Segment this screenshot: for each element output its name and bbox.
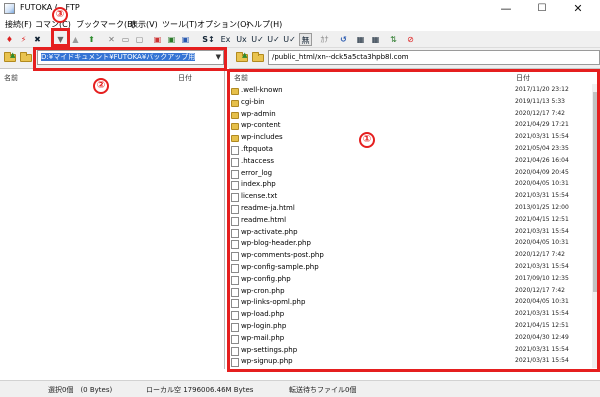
minimize-button[interactable]: —	[486, 0, 526, 17]
no-convert-button[interactable]: 無	[299, 33, 312, 46]
quick-connect-icon[interactable]: ⚡	[18, 33, 29, 46]
mkdir-icon[interactable]: ▢	[134, 33, 145, 46]
status-local-space: ローカル空 1796006.46M Bytes	[146, 386, 254, 394]
upload-arrow-icon[interactable]: ▲	[70, 33, 81, 46]
status-queue: 転送待ちファイル0個	[289, 386, 357, 394]
menu-connect[interactable]: 接続(F)	[5, 19, 32, 30]
mode-ul-button[interactable]: U✓	[251, 33, 264, 46]
maximize-button[interactable]: ☐	[522, 0, 562, 17]
connect-icon[interactable]: ♦	[4, 33, 15, 46]
status-bar: 選択0個 (0 Bytes) ローカル空 1796006.46M Bytes 転…	[0, 380, 600, 397]
delete-icon[interactable]: ✕	[106, 33, 117, 46]
mode-s-button[interactable]: S↕	[202, 33, 215, 46]
mode-ex-button[interactable]: Ex	[219, 33, 232, 46]
label-3: ③	[52, 7, 68, 23]
mode-us-button[interactable]: U✓	[267, 33, 280, 46]
menu-options[interactable]: オプション(O)	[197, 19, 250, 30]
bookmark-red-icon[interactable]: ▣	[152, 33, 163, 46]
local-folder-icon[interactable]: ▲	[4, 52, 16, 62]
refresh-icon[interactable]: ↺	[338, 33, 349, 46]
highlight-remote-pane	[227, 69, 600, 372]
list-view-icon[interactable]: ▦	[355, 33, 366, 46]
stop-icon[interactable]: ⊘	[405, 33, 416, 46]
title-bar: FUTOKA (...FTP — ☐ ✕	[0, 0, 600, 17]
upload-icon[interactable]: ⬆	[86, 33, 97, 46]
menu-bar: 接続(F) コマン(C) ブックマーク(B) 表示(V) ツール(T) オプショ…	[0, 17, 600, 31]
bookmark-blue-icon[interactable]: ▣	[180, 33, 191, 46]
local-col-date[interactable]: 日付	[178, 73, 192, 83]
menu-tools[interactable]: ツール(T)	[162, 19, 197, 30]
remote-path-input[interactable]: /public_html/xn--dck5a5cta3hpb8l.com	[268, 50, 600, 65]
label-2: ②	[93, 78, 109, 94]
menu-help[interactable]: ヘルプ(H)	[246, 19, 282, 30]
rename-icon[interactable]: ▭	[120, 33, 131, 46]
local-file-pane[interactable]: 名前 日付	[0, 68, 225, 369]
remote-path-text: /public_html/xn--dck5a5cta3hpb8l.com	[272, 53, 409, 61]
close-button[interactable]: ✕	[558, 0, 598, 17]
mode-ux-button[interactable]: Ux	[235, 33, 248, 46]
toolbar: ♦ ⚡ ✖ ▼ ▲ ⬆ ✕ ▭ ▢ ▣ ▣ ▣ S↕ Ex Ux U✓ U✓ U…	[0, 31, 600, 48]
highlight-local-path	[33, 47, 227, 71]
disconnect-icon[interactable]: ✖	[32, 33, 43, 46]
detail-view-icon[interactable]: ▦	[370, 33, 381, 46]
remote-open-folder-icon[interactable]	[252, 52, 264, 62]
bookmark-green-icon[interactable]: ▣	[166, 33, 177, 46]
menu-bookmark[interactable]: ブックマーク(B)	[76, 19, 136, 30]
app-icon	[4, 3, 15, 14]
remote-folder-icon[interactable]: ▲	[236, 52, 248, 62]
local-col-name[interactable]: 名前	[4, 73, 18, 83]
sync-icon[interactable]: ⇅	[388, 33, 399, 46]
window-title: FUTOKA (...FTP	[20, 3, 80, 12]
mode-ut-button[interactable]: U✓	[283, 33, 296, 46]
menu-view[interactable]: 表示(V)	[130, 19, 158, 30]
local-open-folder-icon[interactable]	[20, 52, 32, 62]
status-selection: 選択0個 (0 Bytes)	[48, 386, 113, 394]
label-1: ①	[359, 132, 375, 148]
highlight-download-button	[51, 28, 70, 47]
kana-button[interactable]: ｶﾅ	[318, 33, 331, 46]
